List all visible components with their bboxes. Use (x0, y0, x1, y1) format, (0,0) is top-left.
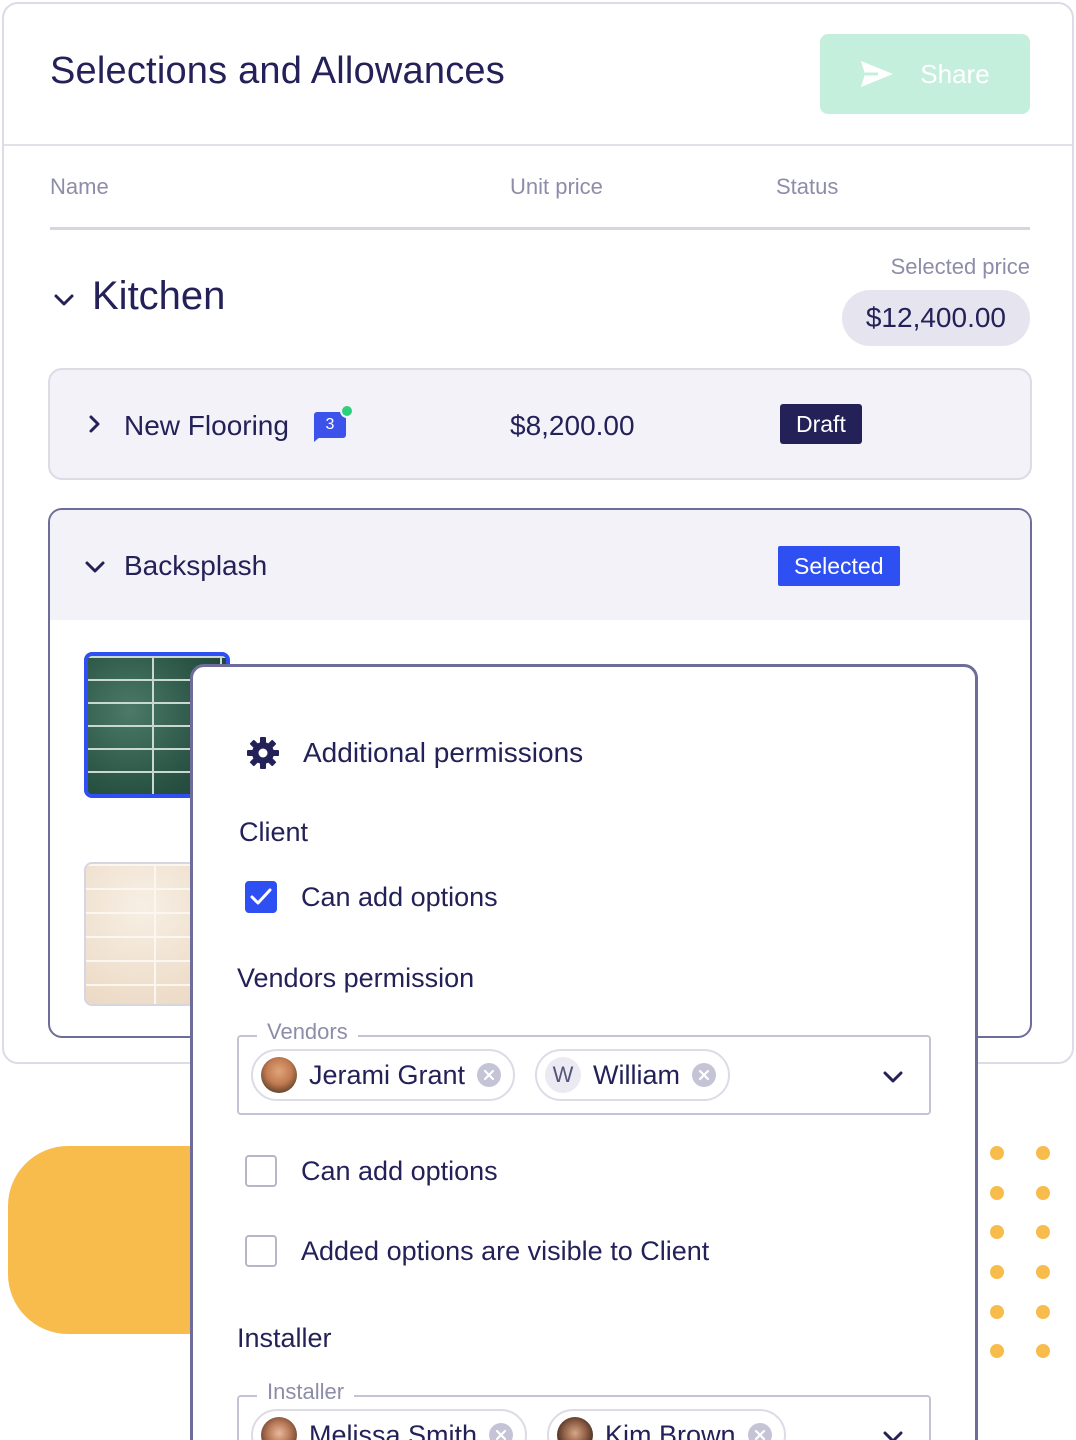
status-badge: Selected (778, 546, 900, 586)
chip-name: Melissa Smith (309, 1419, 478, 1440)
chevron-down-icon[interactable] (50, 286, 78, 314)
comments-badge[interactable]: 3 (314, 404, 354, 442)
section-title-installer: Installer (237, 1323, 332, 1353)
checkbox-label: Added options are visible to Client (301, 1235, 710, 1266)
gear-icon (247, 737, 279, 769)
online-indicator (340, 404, 354, 418)
chip-name: Jerami Grant (309, 1059, 466, 1090)
table-header: Name Unit price Status (50, 146, 1030, 230)
item-name: Backsplash (124, 550, 268, 581)
decorative-dot-grid (990, 1146, 1060, 1360)
installer-select[interactable]: Installer Melissa Smith Kim Brown (237, 1379, 931, 1440)
close-circle-icon[interactable] (489, 1423, 514, 1440)
vendors-can-add-options[interactable]: Can add options (245, 1155, 498, 1187)
selected-price-label: Selected price (890, 254, 1030, 279)
chevron-down-icon[interactable] (879, 1063, 907, 1091)
vendors-options-visible-to-client[interactable]: Added options are visible to Client (245, 1235, 709, 1267)
chevron-down-icon[interactable] (879, 1423, 907, 1440)
chevron-right-icon[interactable] (82, 412, 106, 436)
popup-title: Additional permissions (303, 737, 584, 768)
status-badge: Draft (780, 404, 862, 444)
group-kitchen: Kitchen Selected price $12,400.00 (50, 252, 1030, 352)
close-circle-icon[interactable] (692, 1063, 717, 1087)
share-button[interactable]: Share (820, 34, 1030, 114)
card-header: Selections and Allowances Share (4, 4, 1072, 146)
checkbox-checked[interactable] (245, 881, 277, 913)
vendors-select[interactable]: Vendors Jerami Grant W William (237, 1019, 931, 1115)
avatar (261, 1417, 297, 1440)
item-unit-price: $8,200.00 (510, 410, 635, 441)
section-title-client: Client (239, 817, 309, 847)
popup-header: Additional permissions (245, 735, 583, 771)
comment-count: 3 (325, 416, 335, 433)
client-can-add-options[interactable]: Can add options (245, 881, 498, 913)
installer-field-label: Installer (257, 1379, 355, 1405)
vendor-chip[interactable]: W William (535, 1049, 731, 1101)
selected-price-value: $12,400.00 (841, 290, 1030, 346)
chip-name: William (593, 1059, 681, 1090)
item-name: New Flooring (124, 410, 289, 441)
chevron-down-icon[interactable] (82, 554, 108, 580)
vendor-chip[interactable]: Jerami Grant (251, 1049, 516, 1101)
checkbox-label: Can add options (301, 881, 498, 912)
installer-chip[interactable]: Kim Brown (547, 1409, 786, 1440)
page-title: Selections and Allowances (50, 50, 505, 92)
close-circle-icon[interactable] (477, 1063, 502, 1087)
checkbox-label: Can add options (301, 1155, 498, 1186)
vendors-field-label: Vendors (257, 1019, 358, 1045)
column-header-unit-price: Unit price (510, 174, 603, 199)
send-icon (861, 61, 894, 87)
chip-name: Kim Brown (605, 1419, 736, 1440)
close-circle-icon[interactable] (747, 1423, 772, 1440)
item-row-new-flooring[interactable]: New Flooring 3 $8,200.00 Draft (48, 368, 1032, 480)
avatar (557, 1417, 594, 1440)
item-header[interactable]: Backsplash Selected (50, 510, 1030, 620)
checkbox-unchecked[interactable] (245, 1155, 277, 1187)
avatar (261, 1057, 297, 1093)
column-header-status: Status (776, 174, 839, 199)
group-title: Kitchen (92, 274, 226, 318)
column-header-name: Name (50, 174, 109, 199)
share-label: Share (920, 58, 990, 89)
checkmark-icon (250, 888, 272, 905)
checkbox-unchecked[interactable] (245, 1235, 277, 1267)
section-title-vendors: Vendors permission (237, 963, 475, 993)
additional-permissions-popup: Additional permissions Client Can add op… (190, 664, 978, 1440)
avatar: W (545, 1057, 582, 1093)
installer-chip[interactable]: Melissa Smith (251, 1409, 528, 1440)
